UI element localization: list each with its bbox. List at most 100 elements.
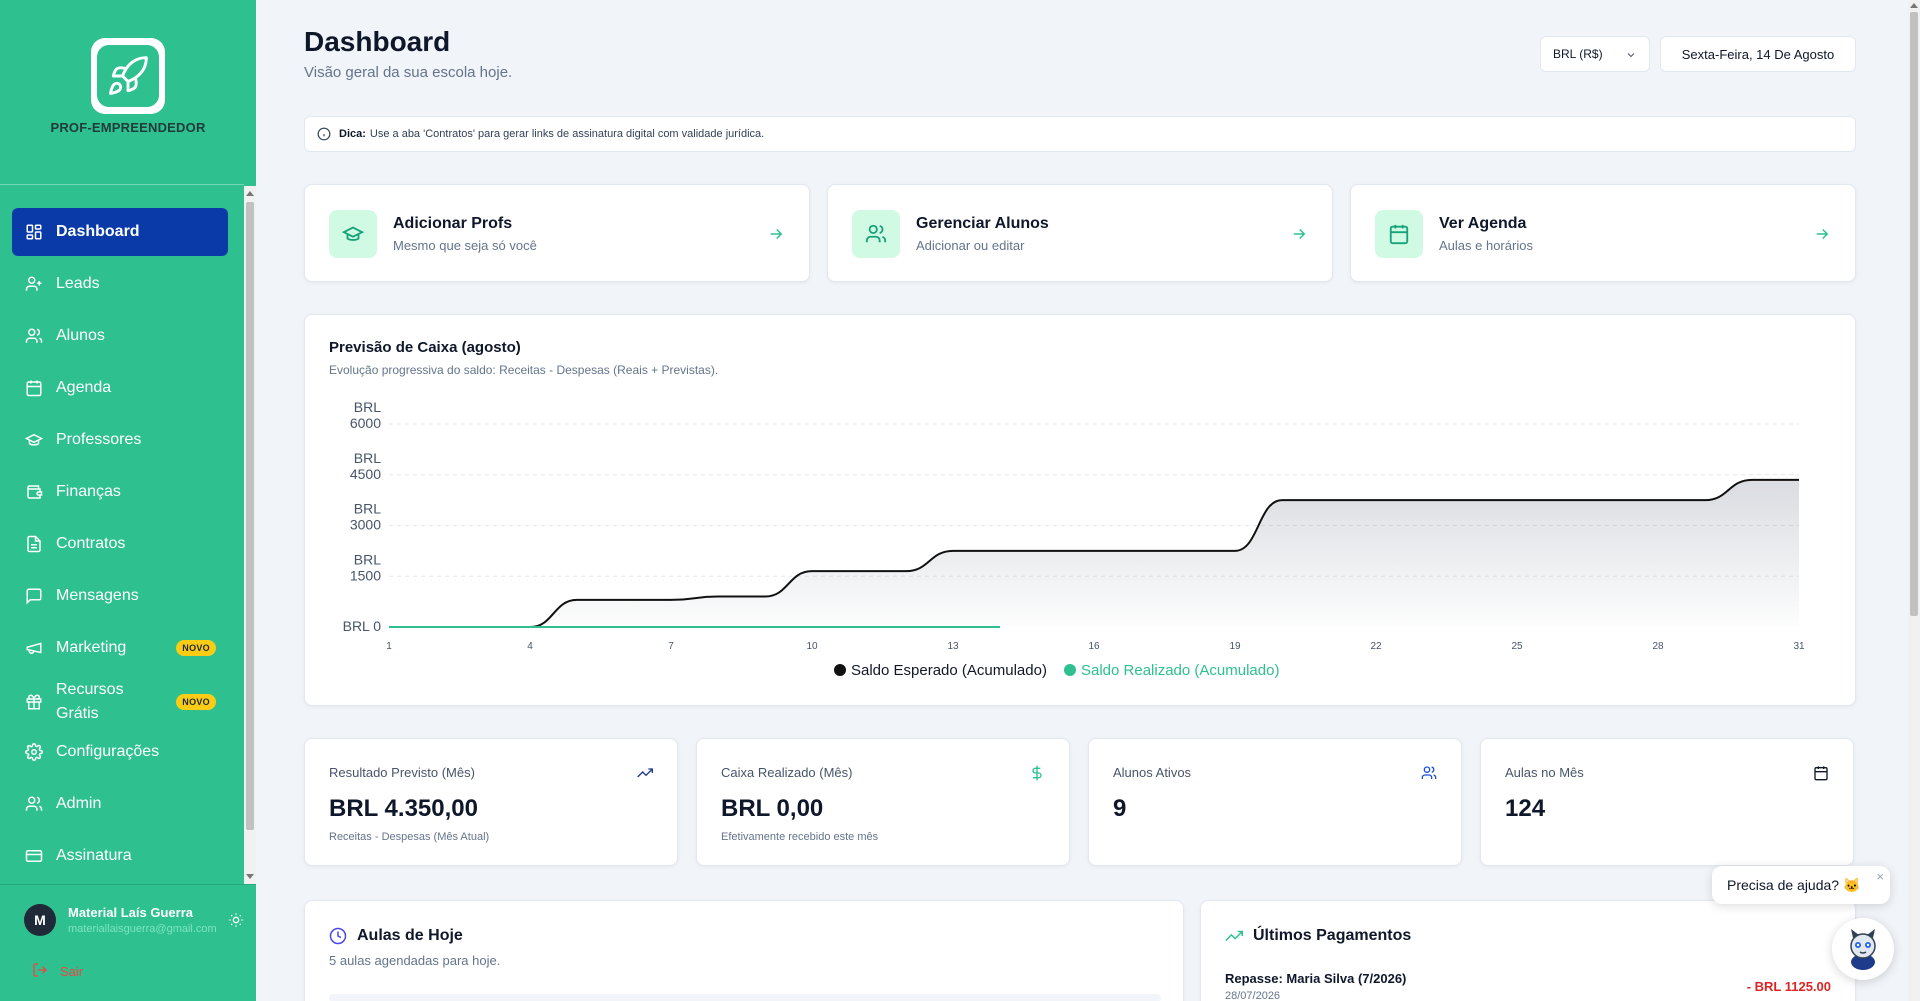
robot-cat-icon <box>1850 929 1876 970</box>
brand-name: PROF-EMPREENDEDOR <box>50 120 206 135</box>
x-tick-label: 7 <box>668 641 674 652</box>
card-subtitle: 5 aulas agendadas para hoje. <box>329 953 501 968</box>
sidebar-item-admin[interactable]: Admin <box>12 780 228 828</box>
arrow-right-icon <box>1813 225 1831 248</box>
stat-description: Receitas - Despesas (Mês Atual) <box>329 831 490 843</box>
graduation-cap-icon <box>24 430 44 450</box>
card-title: Aulas de Hoje <box>357 927 463 944</box>
page-subtitle: Visão geral da sua escola hoje. <box>304 64 513 81</box>
sun-icon[interactable] <box>228 912 244 933</box>
quick-action-subtitle: Aulas e horários <box>1439 238 1533 253</box>
users-icon <box>852 210 900 258</box>
trending-up-icon <box>1225 927 1243 950</box>
sidebar: PROF-EMPREENDEDOR Dashboard Leads Alunos… <box>0 0 256 1001</box>
sidebar-item-assinatura[interactable]: Assinatura <box>12 832 228 880</box>
sidebar-item-professores[interactable]: Professores <box>12 416 228 464</box>
stat-card-caixa: Caixa Realizado (Mês) BRL 0,00 Efetivame… <box>696 738 1070 866</box>
clock-icon <box>329 927 347 950</box>
tip-prefix: Dica: <box>339 128 366 140</box>
y-tick-label: BRL 4500 <box>350 450 381 482</box>
x-tick-label: 1 <box>386 641 392 652</box>
sidebar-item-contratos[interactable]: Contratos <box>12 520 228 568</box>
quick-action-subtitle: Mesmo que seja só você <box>393 238 537 253</box>
last-payments-card: Últimos Pagamentos Repasse: Maria Silva … <box>1200 900 1856 1001</box>
x-tick-label: 22 <box>1370 641 1382 652</box>
page-title: Dashboard <box>304 26 451 57</box>
currency-select[interactable]: BRL (R$) <box>1540 36 1650 72</box>
sidebar-item-dashboard[interactable]: Dashboard <box>12 208 228 256</box>
sidebar-item-financas[interactable]: Finanças <box>12 468 228 516</box>
graduation-cap-icon <box>329 210 377 258</box>
stat-value: 124 <box>1505 795 1546 822</box>
x-tick-label: 13 <box>947 641 959 652</box>
users-icon <box>1421 765 1437 786</box>
tip-text: Use a aba 'Contratos' para gerar links d… <box>369 128 765 140</box>
sidebar-item-mensagens[interactable]: Mensagens <box>12 572 228 620</box>
payment-name: Repasse: Maria Silva (7/2026) <box>1225 971 1407 986</box>
today-classes-card: Aulas de Hoje 5 aulas agendadas para hoj… <box>304 900 1184 1001</box>
scroll-thumb[interactable] <box>1910 12 1918 616</box>
sidebar-item-label: Mensagens <box>56 587 139 604</box>
chevron-down-icon <box>1625 49 1637 64</box>
stat-card-resultado: Resultado Previsto (Mês) BRL 4.350,00 Re… <box>304 738 678 866</box>
sidebar-scrollbar[interactable] <box>244 186 256 884</box>
sidebar-item-label: Leads <box>56 275 100 292</box>
sidebar-item-recursos-gratis[interactable]: Recursos Grátis NOVO <box>12 676 228 728</box>
class-list-item[interactable] <box>329 994 1161 1001</box>
sidebar-item-label: Professores <box>56 431 142 448</box>
sidebar-item-label: Assinatura <box>56 847 132 864</box>
quick-action-add-profs[interactable]: Adicionar Profs Mesmo que seja só você <box>304 184 810 282</box>
new-badge: NOVO <box>176 694 216 710</box>
cashflow-chart: BRL 0 BRL 1500 BRL 3000 BRL 4500 BRL 6000 1 4 7 10 13… <box>343 399 1805 679</box>
quick-action-view-agenda[interactable]: Ver Agenda Aulas e horários <box>1350 184 1856 282</box>
calendar-icon <box>1375 210 1423 258</box>
scroll-up-arrow[interactable] <box>1910 3 1918 8</box>
stat-value: BRL 0,00 <box>721 795 824 822</box>
page-scrollbar[interactable] <box>1908 0 1920 1001</box>
megaphone-icon <box>24 638 44 658</box>
logout-icon <box>32 962 48 981</box>
scroll-up-arrow[interactable] <box>246 191 254 196</box>
sidebar-item-alunos[interactable]: Alunos <box>12 312 228 360</box>
mascot-chat-button[interactable] <box>1832 918 1894 980</box>
x-tick-label: 16 <box>1088 641 1100 652</box>
rocket-icon <box>97 45 159 107</box>
payment-amount: - BRL 1125.00 <box>1746 979 1831 994</box>
arrow-right-icon <box>1290 225 1308 248</box>
currency-value: BRL (R$) <box>1553 47 1603 61</box>
y-tick-label: BRL 0 <box>343 618 382 634</box>
sidebar-item-agenda[interactable]: Agenda <box>12 364 228 412</box>
avatar: M <box>24 904 56 936</box>
y-tick-label: BRL 3000 <box>350 501 381 533</box>
tip-banner: Dica: Use a aba 'Contratos' para gerar l… <box>304 116 1856 152</box>
sidebar-footer-divider <box>0 884 256 885</box>
trending-up-icon <box>637 765 653 786</box>
logout-button[interactable]: Sair <box>32 962 83 981</box>
new-badge: NOVO <box>176 640 216 656</box>
stat-value: BRL 4.350,00 <box>329 795 478 822</box>
expected-balance-area <box>389 479 1799 627</box>
sidebar-item-marketing[interactable]: Marketing NOVO <box>12 624 228 672</box>
x-tick-label: 28 <box>1652 641 1664 652</box>
user-profile[interactable]: M Material Laís Guerra materiallaisguerr… <box>24 904 217 936</box>
date-display[interactable]: Sexta-Feira, 14 De Agosto <box>1660 36 1856 72</box>
logo[interactable]: PROF-EMPREENDEDOR <box>0 38 256 135</box>
sidebar-item-leads[interactable]: Leads <box>12 260 228 308</box>
gear-icon <box>24 742 44 762</box>
stat-label: Caixa Realizado (Mês) <box>721 765 853 780</box>
info-icon <box>317 127 331 141</box>
close-icon[interactable]: × <box>1876 869 1884 884</box>
scroll-down-arrow[interactable] <box>246 874 254 879</box>
stat-description: Efetivamente recebido este mês <box>721 831 879 843</box>
legend-label-realized: Saldo Realizado (Acumulado) <box>1081 662 1279 679</box>
help-chat-bubble[interactable]: Precisa de ajuda? 🐱 × <box>1712 866 1890 904</box>
logout-label: Sair <box>60 964 84 979</box>
sidebar-divider <box>0 184 244 185</box>
stat-card-alunos: Alunos Ativos 9 <box>1088 738 1462 866</box>
arrow-right-icon <box>767 225 785 248</box>
scroll-thumb[interactable] <box>246 202 254 830</box>
sidebar-item-label: Admin <box>56 795 102 812</box>
quick-action-manage-students[interactable]: Gerenciar Alunos Adicionar ou editar <box>827 184 1333 282</box>
legend-marker-expected <box>834 664 846 676</box>
sidebar-item-configuracoes[interactable]: Configurações <box>12 728 228 776</box>
